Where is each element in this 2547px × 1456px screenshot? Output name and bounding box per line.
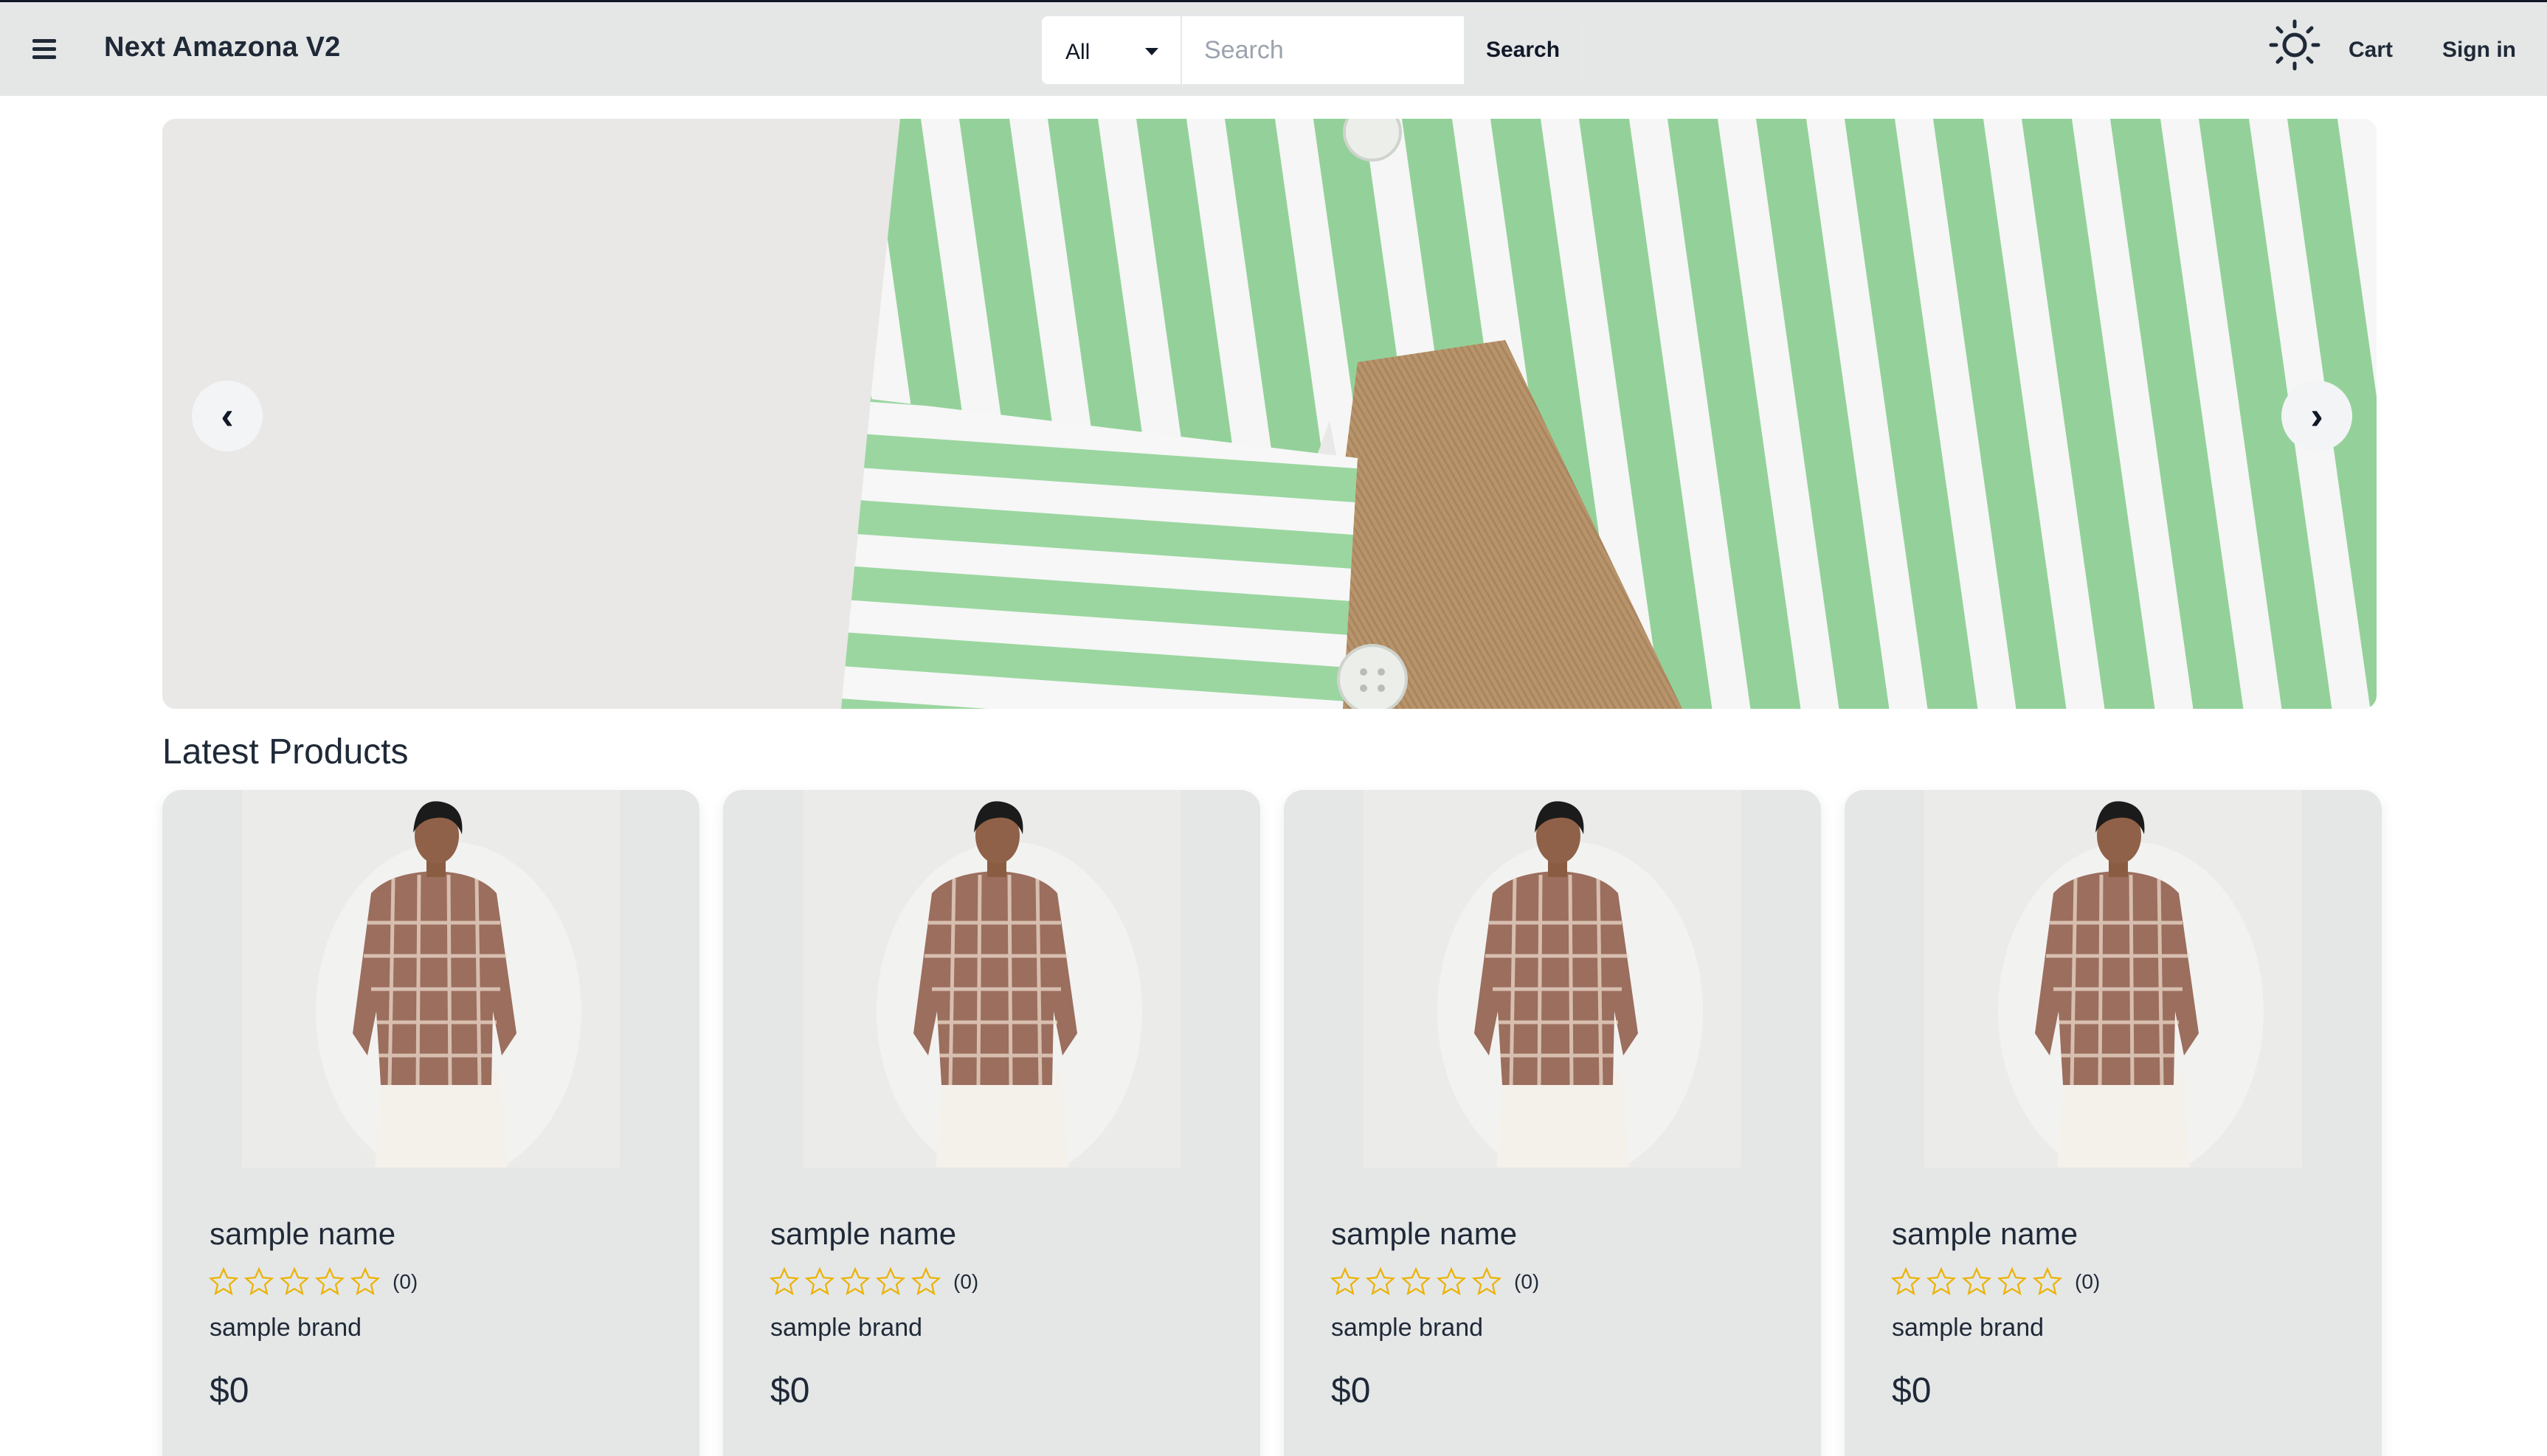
star-outline-icon xyxy=(1400,1266,1431,1296)
star-outline-icon xyxy=(208,1266,239,1296)
carousel-next-button[interactable]: › xyxy=(2281,381,2352,451)
hamburger-menu-icon[interactable] xyxy=(27,35,62,64)
caret-down-icon xyxy=(1145,48,1158,55)
star-outline-icon xyxy=(1471,1266,1502,1296)
star-outline-icon xyxy=(1365,1266,1396,1296)
star-outline-icon xyxy=(1961,1266,1992,1296)
star-outline-icon xyxy=(1926,1266,1957,1296)
carousel-prev-button[interactable]: ‹ xyxy=(192,381,263,451)
product-price: $0 xyxy=(1331,1371,1371,1410)
latest-products-heading: Latest Products xyxy=(162,732,409,772)
sun-icon[interactable] xyxy=(2268,18,2321,72)
product-image[interactable] xyxy=(803,790,1181,1168)
star-outline-icon xyxy=(314,1266,345,1296)
star-outline-icon xyxy=(769,1266,800,1296)
product-name[interactable]: sample name xyxy=(1892,1216,2078,1252)
review-count: (0) xyxy=(393,1270,418,1293)
hero-carousel[interactable]: ‹ › xyxy=(162,119,2377,709)
star-outline-icon xyxy=(1997,1266,2028,1296)
product-card: sample name (0) sample brand $0 xyxy=(1845,790,2382,1456)
star-outline-icon xyxy=(1436,1266,1467,1296)
category-select[interactable]: All xyxy=(1042,16,1182,84)
star-outline-icon xyxy=(910,1266,941,1296)
star-rating xyxy=(208,1266,381,1297)
cart-link[interactable]: Cart xyxy=(2349,38,2393,63)
review-count: (0) xyxy=(2075,1270,2101,1293)
hero-banner-image xyxy=(162,119,2377,709)
star-outline-icon xyxy=(804,1266,835,1296)
product-brand: sample brand xyxy=(1892,1314,2045,1342)
star-outline-icon xyxy=(1330,1266,1361,1296)
product-price: $0 xyxy=(210,1371,249,1410)
star-outline-icon xyxy=(279,1266,310,1296)
star-outline-icon xyxy=(840,1266,871,1296)
star-rating xyxy=(1890,1266,2063,1297)
product-brand: sample brand xyxy=(770,1314,923,1342)
navbar: Next Amazona V2 All Search Cart Sign in xyxy=(0,0,2547,96)
star-outline-icon xyxy=(350,1266,381,1296)
search-input[interactable] xyxy=(1182,16,1464,84)
star-outline-icon xyxy=(1890,1266,1921,1296)
product-name[interactable]: sample name xyxy=(770,1216,956,1252)
product-price: $0 xyxy=(770,1371,810,1410)
product-price: $0 xyxy=(1892,1371,1932,1410)
product-card: sample name (0) sample brand $0 xyxy=(162,790,699,1456)
search-button[interactable]: Search xyxy=(1464,16,1582,84)
star-outline-icon xyxy=(243,1266,274,1296)
review-count: (0) xyxy=(953,1270,979,1293)
star-outline-icon xyxy=(875,1266,906,1296)
product-brand: sample brand xyxy=(1331,1314,1484,1342)
product-name[interactable]: sample name xyxy=(210,1216,395,1252)
product-image[interactable] xyxy=(1364,790,1741,1168)
sign-in-link[interactable]: Sign in xyxy=(2442,38,2516,63)
category-select-value: All xyxy=(1065,40,1091,64)
product-name[interactable]: sample name xyxy=(1331,1216,1517,1252)
brand-logo[interactable]: Next Amazona V2 xyxy=(104,32,340,63)
star-rating xyxy=(1330,1266,1502,1297)
product-image[interactable] xyxy=(242,790,620,1168)
product-grid: sample name (0) sample brand $0 sample n… xyxy=(162,790,2383,1456)
search-bar: All Search xyxy=(1040,15,1583,86)
product-card: sample name (0) sample brand $0 xyxy=(1284,790,1821,1456)
product-card: sample name (0) sample brand $0 xyxy=(723,790,1260,1456)
product-brand: sample brand xyxy=(210,1314,362,1342)
review-count: (0) xyxy=(1514,1270,1540,1293)
star-outline-icon xyxy=(2032,1266,2063,1296)
product-image[interactable] xyxy=(1924,790,2302,1168)
star-rating xyxy=(769,1266,941,1297)
